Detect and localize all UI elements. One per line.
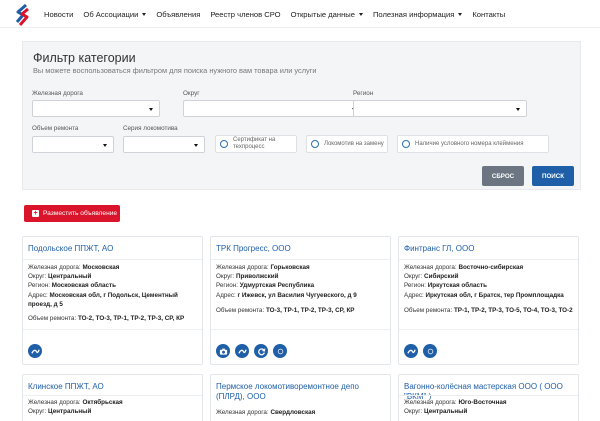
search-button[interactable]: ПОИСК [532,166,574,186]
nav-menu: Новости Об Ассоциации Объявления Реестр … [44,0,515,28]
card-railway: Железная дорога: Восточно-сибирская [404,264,524,271]
ad-card: ТРК Прогресс, ООО Железная дорога: Горьк… [210,236,391,365]
logo-icon[interactable] [14,4,32,26]
stamp-number-radio[interactable]: Наличие условного номера клеймения [397,135,549,153]
repair-volume-select[interactable] [32,136,114,153]
railway-select[interactable] [32,100,160,117]
radio-icon [220,140,228,148]
divider [399,395,578,396]
nav-item-news[interactable]: Новости [44,10,73,19]
divider [211,259,390,260]
card-repair: Объем ремонта: ТО-2, ТО-3, ТР-1, ТР-2, Т… [28,315,185,322]
ad-card: Вагонно-колёсная мастерская ООО ( ООО "В… [398,374,579,421]
card-address: Адрес: Московская обл, г Подольск, Цемен… [28,292,178,308]
card-district: Округ: Приволжский [216,273,279,280]
ad-card: Пермское локомотиворемонтное депо (ПЛРД)… [210,374,391,421]
chevron-down-icon [458,12,463,16]
ad-card: Подольское ППЖТ, АО Железная дорога: Мос… [22,236,203,365]
card-repair: Объем ремонта: ТО-3, ТР-1, ТР-2, ТР-3, С… [216,307,355,314]
card-address: Адрес: Иркутская обл, г Братск, тер Пром… [404,292,564,299]
chevron-down-icon [149,108,153,111]
card-icons [216,344,292,358]
loco-series-select[interactable] [123,136,205,153]
district-label: Округ [183,90,200,97]
region-select[interactable] [353,100,527,117]
card-railway: Железная дорога: Горьковская [216,264,310,271]
card-railway: Железная дорога: Свердловская [216,409,316,416]
repair-volume-label: Объем ремонта [32,125,79,132]
card-title[interactable]: Подольское ППЖТ, АО [28,244,197,254]
card-region: Регион: Удмуртская Республика [216,282,315,289]
card-railway: Железная дорога: Московская [28,264,120,271]
card-title[interactable]: Пермское локомотиворемонтное депо (ПЛРД)… [216,382,385,402]
refresh-icon[interactable] [254,344,268,358]
card-title[interactable]: Финтранс ГЛ, ООО [404,244,573,254]
wrench-icon[interactable] [28,344,42,358]
nav-item-about[interactable]: Об Ассоциации [83,10,147,19]
card-region: Регион: Московская область [28,282,116,289]
filter-panel: Фильтр категории Вы можете воспользовать… [22,41,581,190]
divider [23,329,202,330]
card-region: Регион: Иркутская область [404,282,487,289]
dot-icon[interactable] [273,344,287,358]
nav-item-open-data[interactable]: Открытые данные [291,10,363,19]
dot-icon[interactable] [423,344,437,358]
loco-replace-radio[interactable]: Локомотив на замену [306,135,388,153]
top-navbar: Новости Об Ассоциации Объявления Реестр … [0,0,600,28]
card-repair: Объем ремонта: ТР-1, ТР-2, ТР-3, ТО-5, Т… [404,307,573,314]
card-icons [404,344,442,358]
radio-icon [402,140,410,148]
filter-title: Фильтр категории [33,51,136,65]
post-ad-button[interactable]: + Разместить объявление [24,205,120,222]
wrench-icon[interactable] [235,344,249,358]
railway-label: Железная дорога [32,90,83,97]
card-railway: Железная дорога: Октябрьская [28,399,123,406]
chevron-down-icon [142,12,147,16]
ad-card: Клинское ППЖТ, АО Железная дорога: Октяб… [22,374,203,421]
card-district: Округ: Сибирский [404,273,459,280]
card-district: Округ: Центральный [28,273,92,280]
filter-subtitle: Вы можете воспользоваться фильтром для п… [33,66,317,75]
chevron-down-icon [516,108,520,111]
divider [23,395,202,396]
card-railway: Железная дорога: Юго-Восточная [404,399,507,406]
divider [399,259,578,260]
card-title[interactable]: ТРК Прогресс, ООО [216,244,385,254]
radio-icon [311,140,319,148]
card-district: Округ: Центральный [404,408,468,415]
chevron-down-icon [358,12,363,16]
card-title[interactable]: Клинское ППЖТ, АО [28,382,197,392]
certificate-radio[interactable]: Сертификат на техпроцесс [215,135,297,153]
divider [23,259,202,260]
camera-icon[interactable] [216,344,230,358]
chevron-down-icon [103,144,107,147]
nav-item-useful-info[interactable]: Полезная информация [373,10,463,19]
nav-item-contacts[interactable]: Контакты [472,10,505,19]
card-district: Округ: Центральный [28,408,92,415]
district-select[interactable] [183,100,363,117]
loco-series-label: Серия локомотива [123,125,178,132]
plus-icon: + [32,210,39,217]
region-label: Регион [353,90,374,97]
nav-item-registry[interactable]: Реестр членов СРО [210,10,280,19]
reset-button[interactable]: СБРОС [482,166,524,186]
card-icons [28,344,47,358]
divider [211,329,390,330]
card-address: Адрес: г Ижевск, ул Василия Чугуевского,… [216,292,357,299]
ad-card: Финтранс ГЛ, ООО Железная дорога: Восточ… [398,236,579,365]
wrench-icon[interactable] [404,344,418,358]
divider [399,329,578,330]
chevron-down-icon [194,144,198,147]
nav-item-ads[interactable]: Объявления [156,10,200,19]
